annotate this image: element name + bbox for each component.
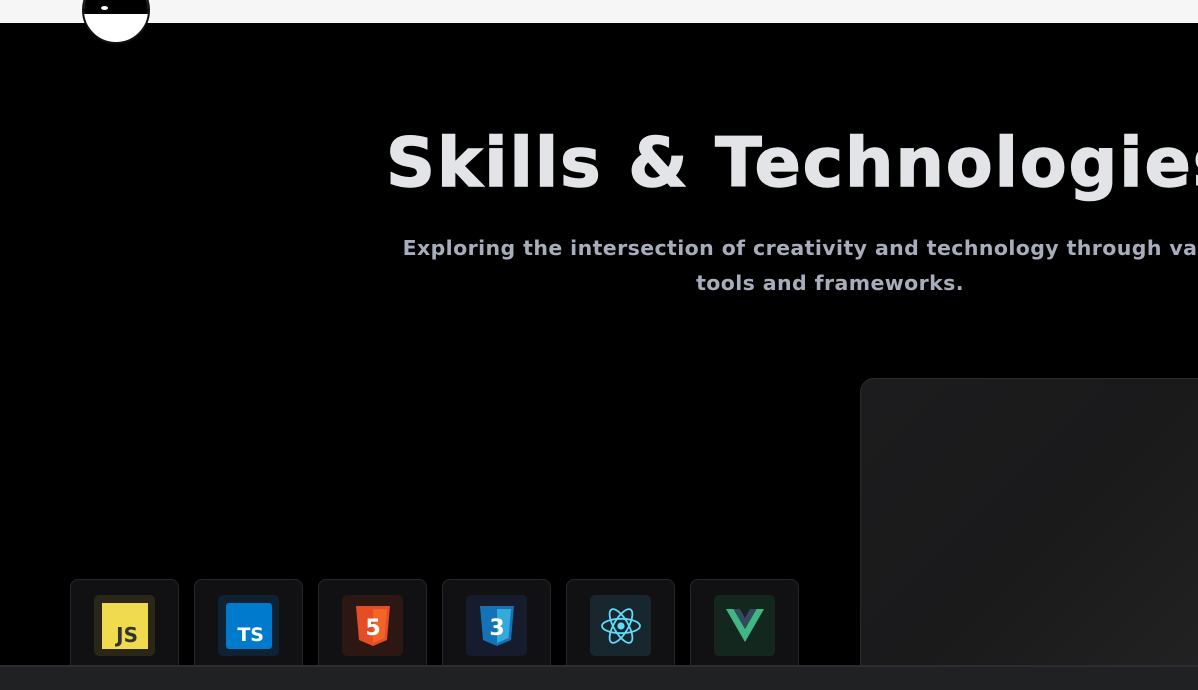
css3-icon: 3 [479, 605, 514, 646]
javascript-icon: JS [101, 602, 148, 649]
typescript-icon: TS [225, 602, 272, 649]
section-title: Skills & Technologies [385, 123, 1198, 204]
html5-icon-box: 5 [342, 595, 403, 656]
typescript-icon-box: TS [218, 595, 279, 656]
css3-icon-box: 3 [466, 595, 527, 656]
skill-preview-card [860, 378, 1198, 690]
typescript-icon-label: TS [237, 624, 264, 646]
logo-dark-half [84, 0, 148, 14]
logo-eye [101, 6, 108, 10]
avatar-logo-icon[interactable] [82, 0, 150, 44]
skill-tile-typescript[interactable]: TS [194, 579, 303, 679]
top-header-strip [0, 0, 1198, 23]
skill-tile-html5[interactable]: 5 [318, 579, 427, 679]
section-subtitle: Exploring the intersection of creativity… [402, 236, 1198, 295]
page: Skills & Technologies Exploring the inte… [0, 0, 1198, 690]
html5-icon-label: 5 [365, 616, 380, 641]
javascript-icon-label: JS [114, 623, 138, 647]
react-icon [600, 607, 641, 644]
bottom-bar [0, 665, 1198, 690]
skill-tile-css3[interactable]: 3 [442, 579, 551, 679]
vue-icon [725, 608, 764, 642]
react-icon-box [590, 595, 651, 656]
html5-icon: 5 [355, 605, 390, 646]
vue-icon-box [714, 595, 775, 656]
skill-tile-vue[interactable] [690, 579, 799, 679]
skill-tile-react[interactable] [566, 579, 675, 679]
javascript-icon-box: JS [94, 595, 155, 656]
skill-tile-javascript[interactable]: JS [70, 579, 179, 679]
css3-icon-label: 3 [489, 616, 504, 641]
